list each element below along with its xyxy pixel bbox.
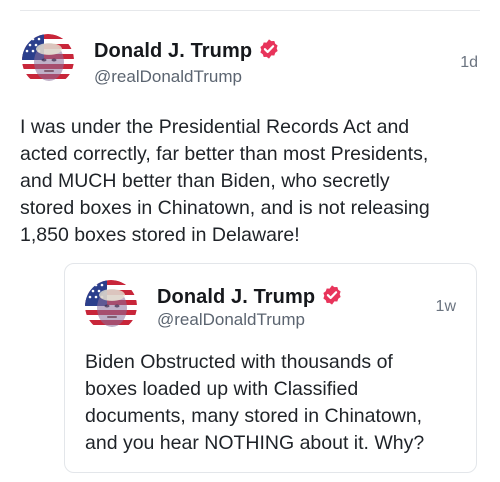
post-text-line: I was under the Presidential Records Act… xyxy=(20,116,410,138)
post-text-line: 1,850 boxes stored in Delaware! xyxy=(20,224,300,246)
author-avatar[interactable] xyxy=(22,34,74,86)
post-text: I was under the Presidential Records Act… xyxy=(20,114,490,249)
profile-photo-flag-avatar xyxy=(22,34,74,86)
quoted-post-text-line: boxes loaded up with Classified xyxy=(85,378,359,400)
post-text-line: and MUCH better than Biden, who secretly xyxy=(20,170,390,192)
verified-badge-icon xyxy=(258,38,280,60)
quoted-post-text-line: and you hear NOTHING about it. Why? xyxy=(85,432,425,454)
profile-photo-flag-avatar xyxy=(85,280,137,332)
quoted-post-text-line: Biden Obstructed with thousands of xyxy=(85,351,393,373)
post: Donald J. Trump @realDonaldTrump 1d I wa… xyxy=(0,0,500,482)
post-timestamp[interactable]: 1d xyxy=(460,54,478,72)
quoted-author-name[interactable]: Donald J. Trump xyxy=(157,284,343,309)
verified-badge-icon xyxy=(321,284,343,306)
quoted-author-avatar[interactable] xyxy=(85,280,137,332)
post-text-line: acted correctly, far better than most Pr… xyxy=(20,143,429,165)
author-handle[interactable]: @realDonaldTrump xyxy=(94,67,242,87)
quoted-post-text: Biden Obstructed with thousands of boxes… xyxy=(85,349,475,457)
quoted-post-text-line: documents, many stored in Chinatown, xyxy=(85,405,423,427)
post-text-line: stored boxes in Chinatown, and is not re… xyxy=(20,197,430,219)
quoted-author-handle[interactable]: @realDonaldTrump xyxy=(157,310,305,330)
quoted-post-timestamp[interactable]: 1w xyxy=(436,298,456,316)
quoted-post-card[interactable]: Donald J. Trump @realDonaldTrump 1w Bide… xyxy=(64,263,477,473)
author-name[interactable]: Donald J. Trump xyxy=(94,38,280,63)
divider xyxy=(20,10,480,11)
